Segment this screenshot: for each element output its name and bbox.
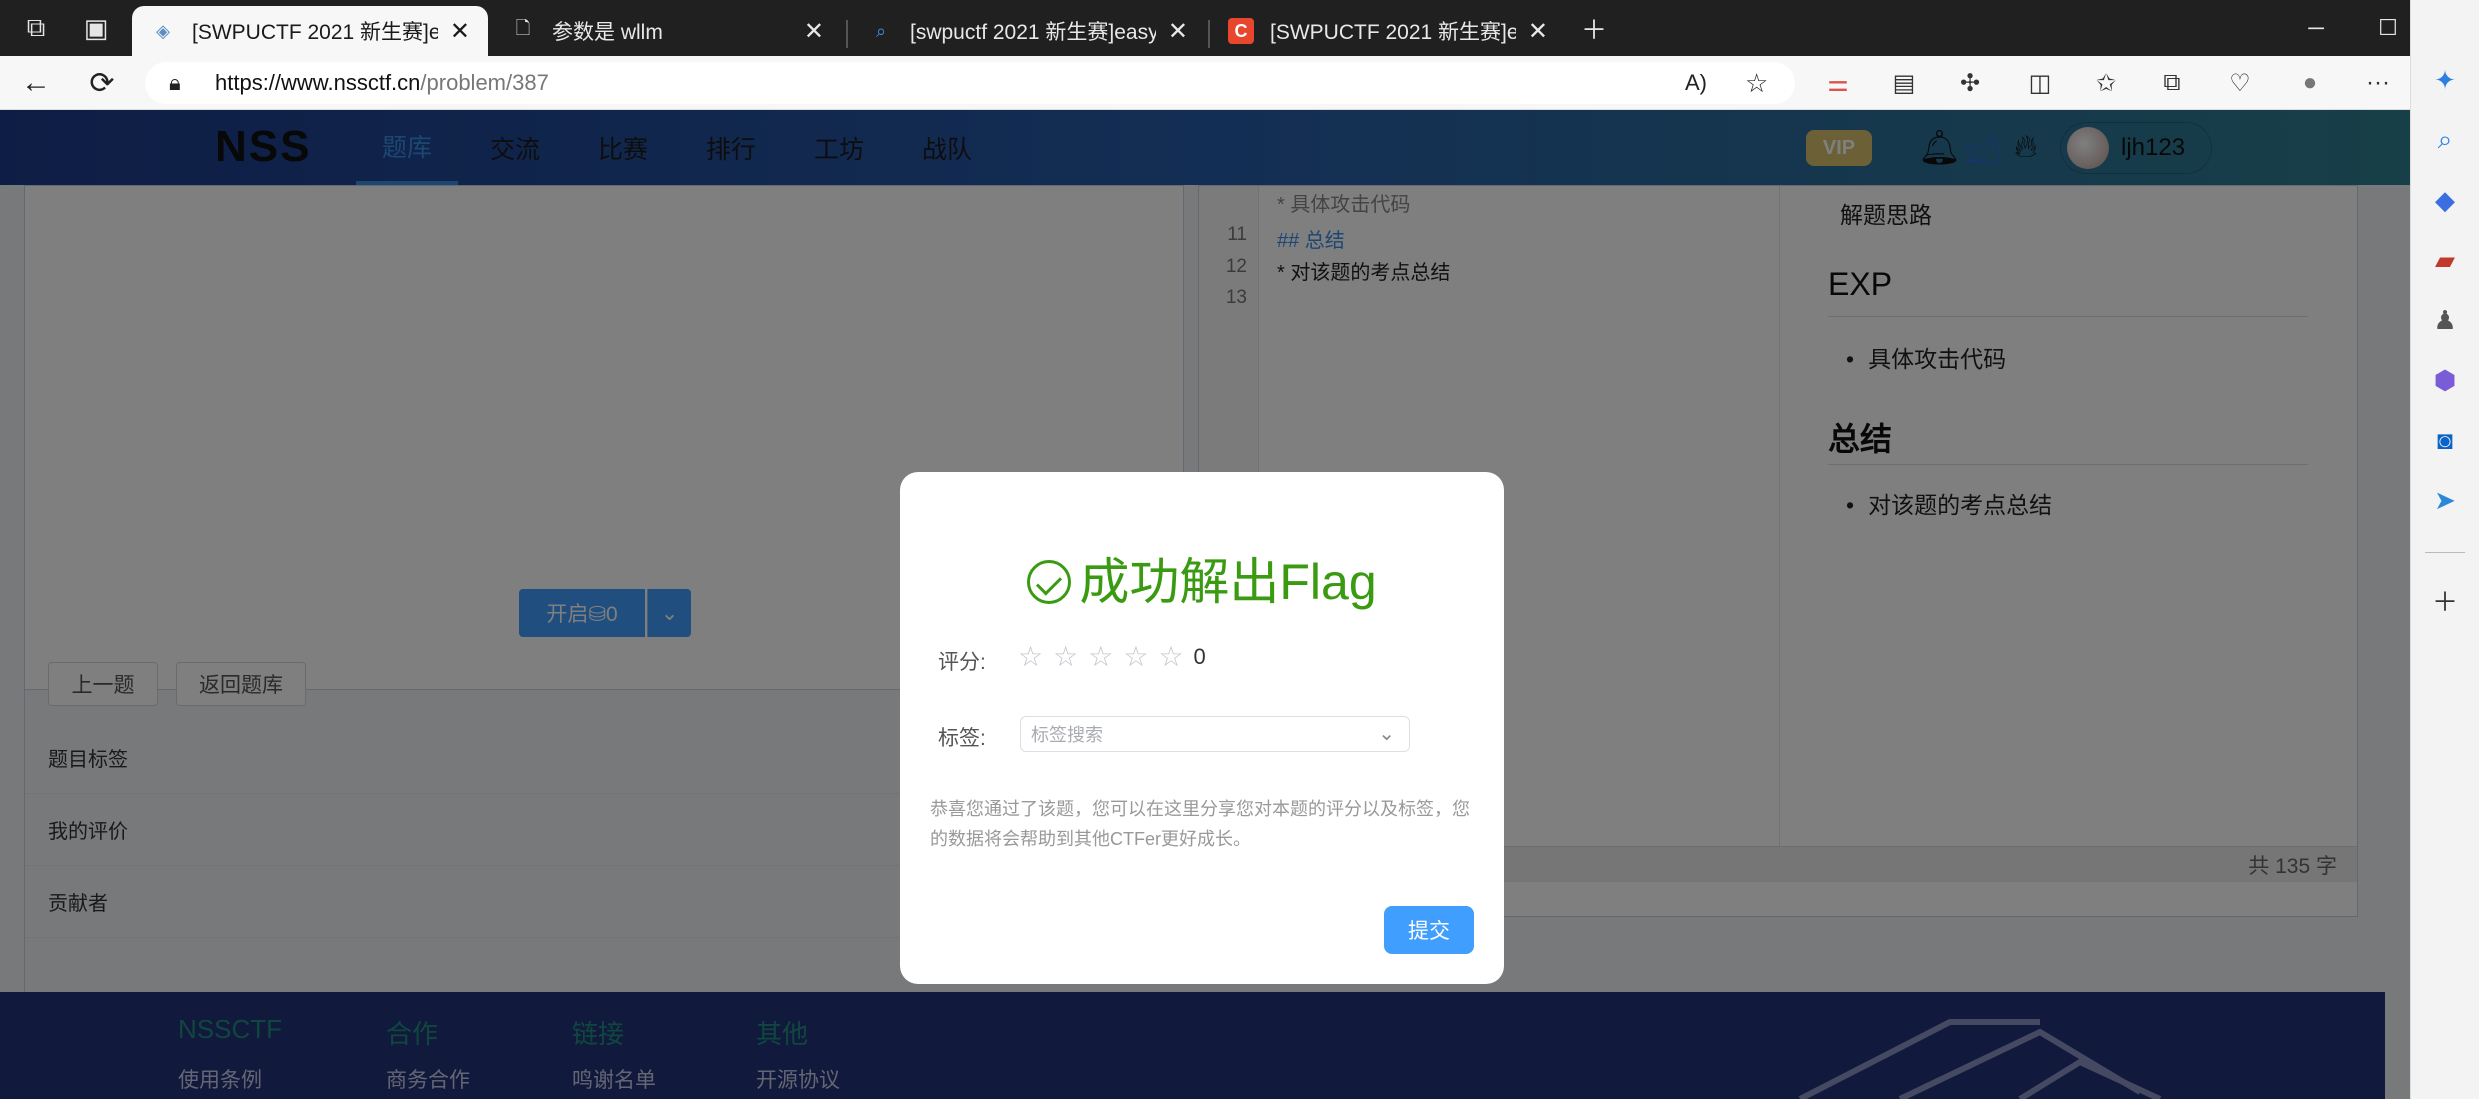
new-tab-icon[interactable]: ＋ [1558,0,1630,56]
read-aloud-icon[interactable]: A) [1685,70,1707,96]
dialog-title: 成功解出Flag [900,542,1504,614]
tab-divider [846,20,848,48]
star-icon[interactable]: ☆ [1158,640,1183,673]
tag-label: 标签: [938,727,986,750]
url-host: https://www.nssctf.cn [215,70,421,95]
address-toolbar: ← ⟳ 🔒︎ https://www.nssctf.cn/problem/387… [0,56,2410,110]
extensions-puzzle-icon[interactable]: ✣ [1948,62,1992,104]
dialog-title-text: 成功解出Flag [1079,554,1377,610]
search-icon: ⌕ [875,20,887,41]
extension-icon[interactable]: ⚌ [1816,62,1860,104]
copilot-icon[interactable]: ✦ [2423,58,2467,102]
outlook-icon[interactable]: ◙ [2423,418,2467,462]
lock-icon: 🔒︎ [169,70,181,95]
rating-label: 评分: [938,651,986,674]
tab-title: 参数是 wllm [552,21,663,44]
tools-icon[interactable]: ▰ [2423,238,2467,282]
favorites-icon[interactable]: ✩ [2084,62,2128,104]
tab-wllm[interactable]: 🗋 参数是 wllm ✕ [492,6,842,56]
star-icon[interactable]: ☆ [1053,640,1078,673]
tab-title: [SWPUCTF 2021 新生赛]easy_sql [192,21,438,44]
close-icon[interactable]: ✕ [1528,17,1548,46]
tab-actions-icon[interactable]: ▣ [60,0,132,56]
csdn-icon: C [1228,18,1254,44]
rating-stars: ☆ ☆ ☆ ☆ ☆ 0 [1018,640,1206,673]
nss-favicon: ◈ [156,20,170,41]
tab-csdn[interactable]: C [SWPUCTF 2021 新生赛]easy_sql ✕ [1210,6,1566,56]
back-icon[interactable]: ← [8,56,64,110]
shopping-tag-icon[interactable]: ◆ [2423,178,2467,222]
profile-icon[interactable]: ● [2288,62,2332,104]
url-path: /problem/387 [420,70,549,95]
tab-easy-sql[interactable]: ◈ [SWPUCTF 2021 新生赛]easy_sql ✕ [132,6,488,56]
rating-value: 0 [1193,643,1206,669]
favorite-star-icon[interactable]: ☆ [1745,68,1768,99]
star-icon[interactable]: ☆ [1018,640,1043,673]
send-icon[interactable]: ➤ [2423,478,2467,522]
congrats-text: 恭喜您通过了该题，您可以在这里分享您对本题的评分以及标签，您的数据将会帮助到其他… [930,799,1470,849]
extension-icon[interactable]: ▤ [1882,62,1926,104]
chevron-down-icon: ⌄ [1378,723,1395,745]
browser-essentials-icon[interactable]: ♡ [2218,62,2262,104]
games-icon[interactable]: ♟ [2423,298,2467,342]
edge-sidebar: ✦ ⌕ ◆ ▰ ♟ ⬢ ◙ ➤ ＋ [2410,0,2479,1099]
browser-tab-bar: ⧉ ▣ ◈ [SWPUCTF 2021 新生赛]easy_sql ✕ 🗋 参数是… [0,0,2410,56]
tab-title: [swpuctf 2021 新生赛]easy_sql - 搜 [910,21,1156,44]
page-viewport: 开启⛁0 ⌄ 上一题 返回题库 题目标签 我的评价 贡献者 11 12 13 *… [0,110,2410,1099]
close-icon[interactable]: ✕ [804,17,824,46]
collections-icon[interactable]: ⧉ [2150,62,2194,104]
tab-title: [SWPUCTF 2021 新生赛]easy_sql [1270,21,1516,44]
star-icon[interactable]: ☆ [1123,640,1148,673]
search-icon[interactable]: ⌕ [2423,118,2467,162]
minimize-icon[interactable]: ─ [2280,0,2352,56]
refresh-icon[interactable]: ⟳ [74,56,130,110]
close-icon[interactable]: ✕ [450,17,470,46]
submit-button[interactable]: 提交 [1384,906,1474,954]
url-field[interactable]: 🔒︎ https://www.nssctf.cn/problem/387 A) … [145,62,1795,104]
add-icon[interactable]: ＋ [2423,578,2467,622]
star-icon[interactable]: ☆ [1088,640,1113,673]
tag-placeholder: 标签搜索 [1031,725,1103,745]
check-circle-icon [1027,559,1072,604]
document-icon: 🗋 [515,18,531,38]
tag-search-select[interactable]: 标签搜索 ⌄ [1020,716,1410,752]
tab-search[interactable]: ⌕ [swpuctf 2021 新生赛]easy_sql - 搜 ✕ [850,6,1206,56]
solved-dialog: 成功解出Flag 评分: ☆ ☆ ☆ ☆ ☆ 0 标签: 标签搜索 ⌄ 恭喜您通… [900,472,1504,984]
split-screen-icon[interactable]: ◫ [2018,62,2062,104]
close-icon[interactable]: ✕ [1168,17,1188,46]
sidebar-divider [2425,552,2465,553]
microsoft-365-icon[interactable]: ⬢ [2423,358,2467,402]
more-icon[interactable]: ··· [2356,62,2400,104]
